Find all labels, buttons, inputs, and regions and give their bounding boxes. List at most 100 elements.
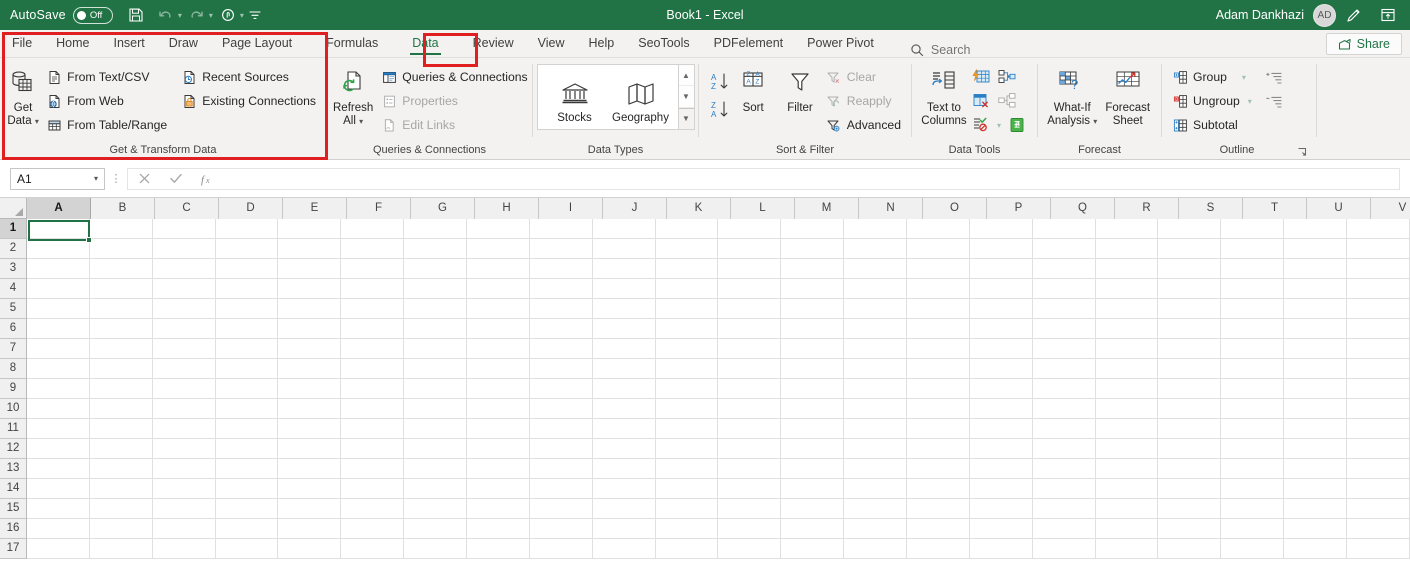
cell-U13[interactable] xyxy=(1284,459,1348,479)
cell-R7[interactable] xyxy=(1095,339,1159,359)
cell-P6[interactable] xyxy=(969,319,1033,339)
cell-Q14[interactable] xyxy=(1032,479,1096,499)
cell-K16[interactable] xyxy=(655,519,719,539)
cell-P7[interactable] xyxy=(969,339,1033,359)
cell-B12[interactable] xyxy=(89,439,153,459)
cell-A9[interactable] xyxy=(27,379,90,399)
cell-L14[interactable] xyxy=(718,479,782,499)
tab-view[interactable]: View xyxy=(526,30,577,57)
cell-A16[interactable] xyxy=(27,519,90,539)
cell-I5[interactable] xyxy=(529,299,593,319)
cell-F12[interactable] xyxy=(341,439,405,459)
cell-I14[interactable] xyxy=(529,479,593,499)
cell-B7[interactable] xyxy=(89,339,153,359)
row-header-1[interactable]: 1 xyxy=(0,219,26,239)
cell-G6[interactable] xyxy=(404,319,468,339)
cell-G13[interactable] xyxy=(404,459,468,479)
what-if-analysis-caret-icon[interactable]: ▾ xyxy=(1093,117,1097,126)
cell-T8[interactable] xyxy=(1221,359,1285,379)
cell-Q15[interactable] xyxy=(1032,499,1096,519)
cell-R14[interactable] xyxy=(1095,479,1159,499)
cell-Q11[interactable] xyxy=(1032,419,1096,439)
cell-A14[interactable] xyxy=(27,479,90,499)
cell-C1[interactable] xyxy=(152,219,216,239)
cell-K13[interactable] xyxy=(655,459,719,479)
cell-Q4[interactable] xyxy=(1032,279,1096,299)
cell-U5[interactable] xyxy=(1284,299,1348,319)
row-header-6[interactable]: 6 xyxy=(0,319,26,339)
cell-U7[interactable] xyxy=(1284,339,1348,359)
gallery-scrollbar[interactable]: ▲ ▼ ▼ xyxy=(677,65,694,129)
cell-D13[interactable] xyxy=(215,459,279,479)
tab-home[interactable]: Home xyxy=(44,30,101,57)
row-header-14[interactable]: 14 xyxy=(0,479,26,499)
cell-M15[interactable] xyxy=(781,499,845,519)
cell-S2[interactable] xyxy=(1158,239,1222,259)
cell-F4[interactable] xyxy=(341,279,405,299)
cell-T10[interactable] xyxy=(1221,399,1285,419)
cell-M7[interactable] xyxy=(781,339,845,359)
cell-S16[interactable] xyxy=(1158,519,1222,539)
column-header-F[interactable]: F xyxy=(347,198,411,219)
outline-dialog-launcher-icon[interactable] xyxy=(1296,146,1308,158)
cell-F14[interactable] xyxy=(341,479,405,499)
cell-O5[interactable] xyxy=(907,299,970,319)
cell-T5[interactable] xyxy=(1221,299,1285,319)
cell-T2[interactable] xyxy=(1221,239,1285,259)
cell-N13[interactable] xyxy=(844,459,908,479)
cell-J12[interactable] xyxy=(592,439,656,459)
cell-M8[interactable] xyxy=(781,359,845,379)
chevron-down-icon[interactable]: ▾ xyxy=(94,174,98,183)
cell-L8[interactable] xyxy=(718,359,782,379)
ungroup-caret-icon[interactable]: ▾ xyxy=(1248,97,1252,106)
autosave-toggle[interactable]: Off xyxy=(72,6,113,24)
cell-N10[interactable] xyxy=(844,399,908,419)
cell-J14[interactable] xyxy=(592,479,656,499)
cell-D17[interactable] xyxy=(215,539,279,559)
cell-O16[interactable] xyxy=(907,519,970,539)
tab-power-pivot[interactable]: Power Pivot xyxy=(795,30,886,57)
cell-A12[interactable] xyxy=(27,439,90,459)
cell-V11[interactable] xyxy=(1347,419,1410,439)
cell-A5[interactable] xyxy=(27,299,90,319)
cell-C15[interactable] xyxy=(152,499,216,519)
relationships-icon[interactable] xyxy=(996,90,1018,112)
cell-B8[interactable] xyxy=(89,359,153,379)
cell-S10[interactable] xyxy=(1158,399,1222,419)
column-header-J[interactable]: J xyxy=(603,198,667,219)
cell-B14[interactable] xyxy=(89,479,153,499)
group-button[interactable]: Group ▾ xyxy=(1168,65,1256,89)
cell-A1[interactable] xyxy=(27,219,90,239)
cell-S11[interactable] xyxy=(1158,419,1222,439)
cell-O8[interactable] xyxy=(907,359,970,379)
cell-T12[interactable] xyxy=(1221,439,1285,459)
cell-Q8[interactable] xyxy=(1032,359,1096,379)
hide-detail-icon[interactable] xyxy=(1262,90,1286,114)
cell-B4[interactable] xyxy=(89,279,153,299)
cell-S14[interactable] xyxy=(1158,479,1222,499)
scroll-up-icon[interactable]: ▲ xyxy=(678,65,694,87)
redo-icon[interactable] xyxy=(182,2,212,28)
cell-K2[interactable] xyxy=(655,239,719,259)
text-to-columns-button[interactable]: Text to Columns xyxy=(918,62,970,127)
cell-V1[interactable] xyxy=(1347,219,1410,239)
cell-P11[interactable] xyxy=(969,419,1033,439)
cell-V16[interactable] xyxy=(1347,519,1410,539)
show-detail-icon[interactable] xyxy=(1262,66,1286,90)
cell-C5[interactable] xyxy=(152,299,216,319)
cell-M3[interactable] xyxy=(781,259,845,279)
cell-G4[interactable] xyxy=(404,279,468,299)
row-header-10[interactable]: 10 xyxy=(0,399,26,419)
cell-M4[interactable] xyxy=(781,279,845,299)
cell-K3[interactable] xyxy=(655,259,719,279)
cell-J8[interactable] xyxy=(592,359,656,379)
cell-U15[interactable] xyxy=(1284,499,1348,519)
cell-H1[interactable] xyxy=(467,219,530,239)
cell-M5[interactable] xyxy=(781,299,845,319)
cell-V8[interactable] xyxy=(1347,359,1410,379)
cell-M12[interactable] xyxy=(781,439,845,459)
cell-G15[interactable] xyxy=(404,499,468,519)
cell-N1[interactable] xyxy=(844,219,908,239)
customize-quick-access-toolbar-icon[interactable] xyxy=(244,2,266,28)
cell-N7[interactable] xyxy=(844,339,908,359)
